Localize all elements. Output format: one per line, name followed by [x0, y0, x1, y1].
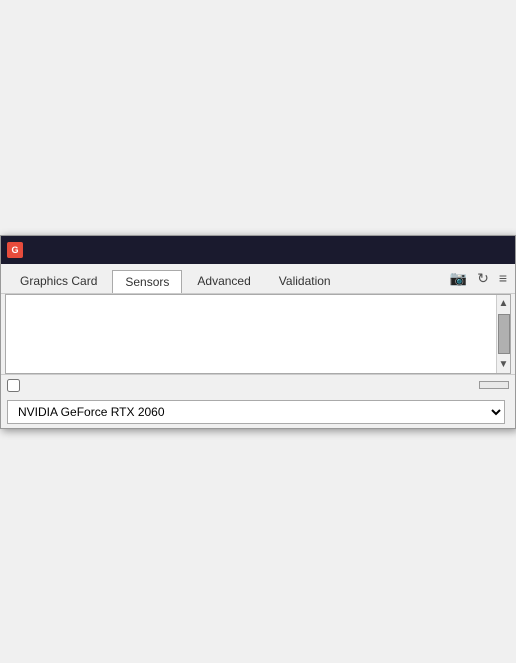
tab-sensors[interactable]: Sensors — [112, 270, 182, 293]
log-to-file-label[interactable] — [7, 379, 24, 392]
title-bar: G — [1, 236, 515, 264]
maximize-button[interactable] — [469, 241, 487, 259]
scrollbar[interactable]: ▲ ▼ — [496, 295, 510, 373]
device-select[interactable]: NVIDIA GeForce RTX 2060 — [7, 400, 505, 424]
toolbar-icons: 📷 ↻ ≡ — [448, 268, 509, 293]
content-wrapper: ▲ ▼ — [6, 295, 510, 373]
log-to-file-checkbox[interactable] — [7, 379, 20, 392]
tab-graphics-card[interactable]: Graphics Card — [7, 269, 110, 292]
refresh-button[interactable]: ↻ — [475, 268, 491, 289]
close-button[interactable] — [491, 241, 509, 259]
menu-button[interactable]: ≡ — [497, 268, 509, 288]
tab-bar: Graphics Card Sensors Advanced Validatio… — [1, 264, 515, 294]
reset-button[interactable] — [479, 381, 509, 389]
app-icon: G — [7, 242, 23, 258]
scroll-down-arrow[interactable]: ▼ — [496, 356, 512, 373]
tab-validation[interactable]: Validation — [266, 269, 344, 292]
window-controls — [447, 241, 509, 259]
scroll-up-arrow[interactable]: ▲ — [496, 295, 512, 312]
sensors-list — [6, 295, 496, 373]
scroll-thumb[interactable] — [498, 314, 510, 354]
device-bar: NVIDIA GeForce RTX 2060 — [1, 396, 515, 428]
minimize-button[interactable] — [447, 241, 465, 259]
sensors-content: ▲ ▼ — [5, 294, 511, 374]
tab-advanced[interactable]: Advanced — [184, 269, 263, 292]
main-window: G Graphics Card Sensors Advanced Validat… — [0, 235, 516, 429]
camera-button[interactable]: 📷 — [448, 268, 469, 289]
bottom-bar — [1, 374, 515, 396]
